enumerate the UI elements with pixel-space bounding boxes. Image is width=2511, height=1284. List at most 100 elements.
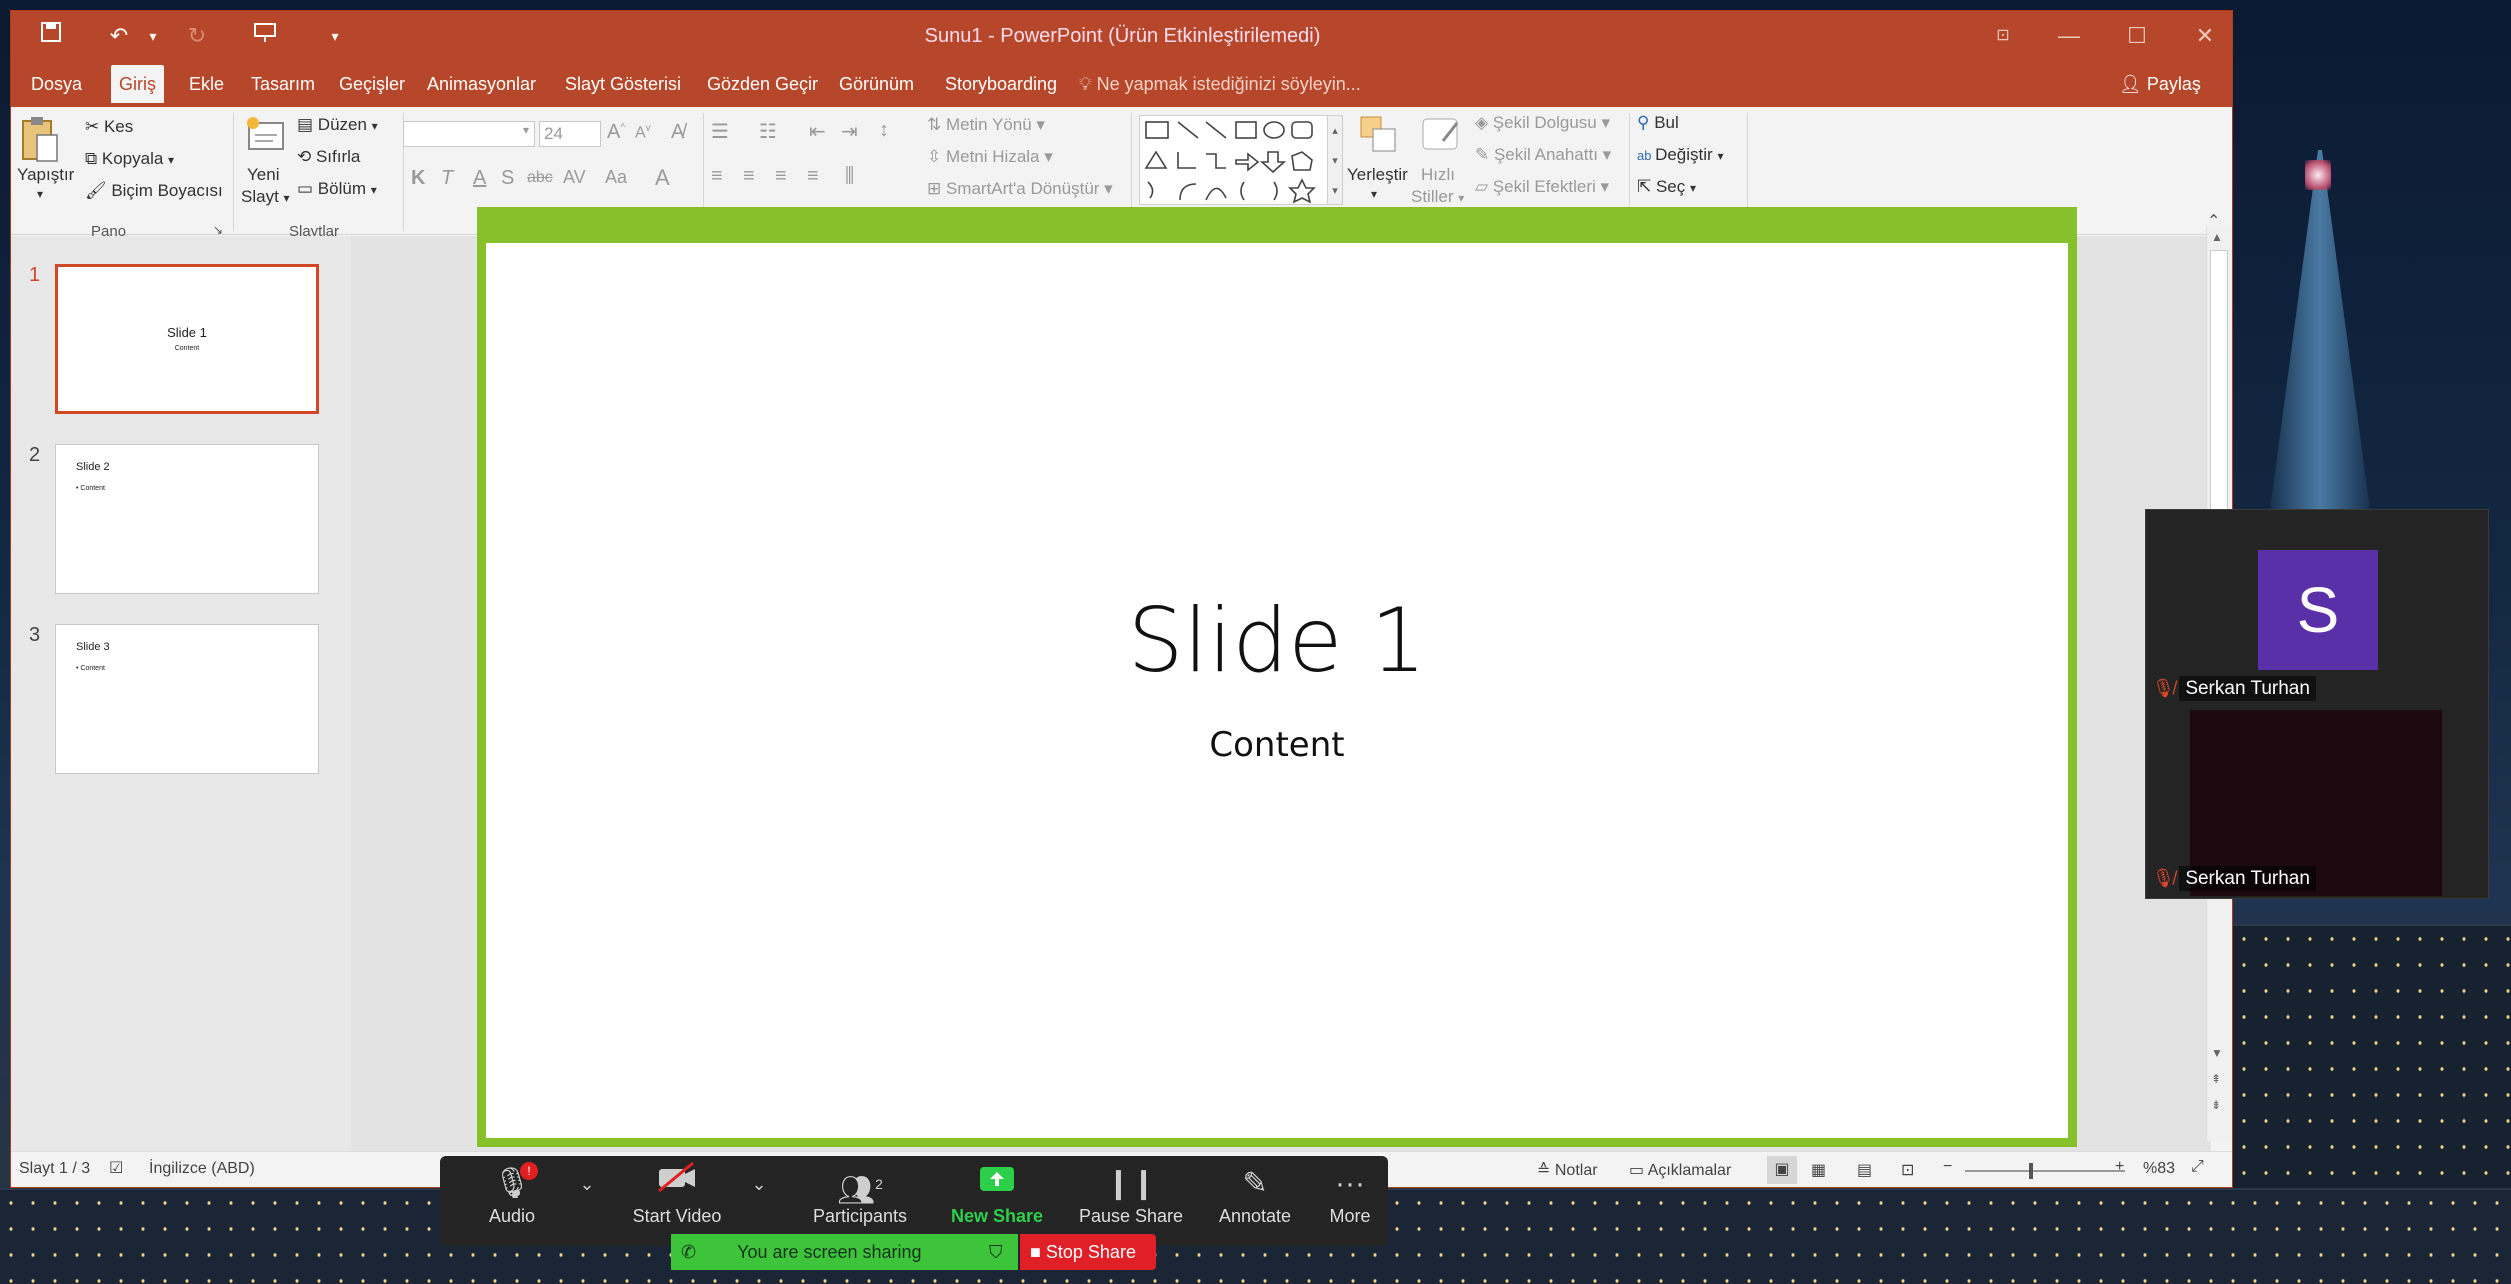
new-slide-icon[interactable] bbox=[243, 113, 287, 157]
tab-giris[interactable]: Giriş bbox=[111, 65, 164, 103]
reading-view-icon[interactable]: ▤ bbox=[1857, 1160, 1872, 1180]
quick-styles-label-2[interactable]: Stiller ▾ bbox=[1411, 187, 1464, 207]
tab-animasyonlar[interactable]: Animasyonlar bbox=[419, 65, 544, 103]
bold-button[interactable]: K bbox=[411, 167, 425, 190]
shape-outline-button[interactable]: ✎ Şekil Anahattı ▾ bbox=[1475, 145, 1611, 165]
maximize-button[interactable]: ☐ bbox=[2109, 19, 2165, 53]
arrange-button[interactable]: Yerleştir bbox=[1347, 165, 1408, 185]
numbering-icon[interactable]: ☷ bbox=[759, 119, 777, 144]
scroll-thumb[interactable] bbox=[2210, 250, 2228, 530]
new-slide-label[interactable]: Yeni bbox=[247, 165, 279, 185]
bullets-icon[interactable]: ☰ bbox=[711, 119, 729, 144]
align-left-icon[interactable]: ≡ bbox=[711, 165, 723, 188]
font-size-input[interactable]: 24 bbox=[539, 121, 601, 147]
share-button[interactable]: 👤︎ Paylaş bbox=[2119, 65, 2201, 103]
italic-button[interactable]: T bbox=[441, 167, 453, 190]
slide-subtitle[interactable]: Content bbox=[486, 725, 2068, 765]
screen-sharing-banner[interactable]: ✆ You are screen sharing ⛉ bbox=[671, 1234, 1018, 1270]
zoom-slider-thumb[interactable] bbox=[2029, 1163, 2033, 1179]
shrink-font-icon[interactable]: Av bbox=[635, 123, 651, 142]
comments-button[interactable]: ▭ Açıklamalar bbox=[1629, 1160, 1731, 1180]
scroll-down-icon[interactable]: ▼ bbox=[2211, 1046, 2223, 1060]
select-button[interactable]: ⇱ Seç ▾ bbox=[1637, 177, 1696, 197]
slide-thumbnail-3[interactable]: Slide 3 • Content bbox=[55, 624, 319, 774]
annotate-button[interactable]: ✎ Annotate bbox=[1190, 1156, 1320, 1246]
close-button[interactable]: ✕ bbox=[2177, 19, 2232, 53]
font-name-dropdown-icon[interactable]: ▾ bbox=[523, 123, 529, 137]
slide-title[interactable]: Slide 1 bbox=[486, 589, 2068, 692]
next-slide-icon[interactable]: ⇟ bbox=[2211, 1098, 2221, 1112]
tab-gozden-gecir[interactable]: Gözden Geçir bbox=[699, 65, 826, 103]
tab-dosya[interactable]: Dosya bbox=[23, 65, 90, 103]
slideshow-icon[interactable]: ⊡ bbox=[1901, 1160, 1914, 1180]
zoom-in-icon[interactable]: + bbox=[2115, 1158, 2124, 1176]
video-options-button[interactable]: ⌄ bbox=[744, 1156, 774, 1246]
participant-tile-2[interactable]: 🎙︎̸ Serkan Turhan bbox=[2152, 866, 2316, 891]
stop-share-button[interactable]: ■ Stop Share bbox=[1020, 1234, 1156, 1270]
start-video-button[interactable]: Start Video bbox=[612, 1156, 742, 1246]
slide-canvas[interactable]: Slide 1 Content bbox=[486, 243, 2068, 1138]
tell-me-search[interactable]: 💡︎ Ne yapmak istediğinizi söyleyin... bbox=[1079, 65, 1361, 103]
shapes-gallery[interactable] bbox=[1139, 115, 1335, 205]
smartart-button[interactable]: ⊞ SmartArt'a Dönüştür ▾ bbox=[927, 179, 1113, 199]
quick-styles-icon[interactable] bbox=[1419, 113, 1463, 157]
tab-gorunum[interactable]: Görünüm bbox=[831, 65, 922, 103]
shadow-button[interactable]: S bbox=[501, 167, 514, 190]
paste-dropdown-icon[interactable]: ▾ bbox=[37, 187, 43, 201]
reset-button[interactable]: ⟲ Sıfırla bbox=[297, 147, 360, 167]
previous-slide-icon[interactable]: ⇞ bbox=[2211, 1072, 2221, 1086]
tab-slayt-gosterisi[interactable]: Slayt Gösterisi bbox=[557, 65, 689, 103]
align-text-button[interactable]: ⇳ Metni Hizala ▾ bbox=[927, 147, 1053, 167]
normal-view-icon[interactable]: ▣ bbox=[1767, 1156, 1797, 1184]
align-right-icon[interactable]: ≡ bbox=[775, 165, 787, 188]
paste-button[interactable]: Yapıştır bbox=[17, 165, 74, 185]
line-spacing-icon[interactable]: ↕ bbox=[879, 119, 889, 142]
video-panel[interactable]: S 🎙︎̸ Serkan Turhan 🎙︎̸ Serkan Turhan bbox=[2145, 509, 2489, 899]
new-slide-label-2[interactable]: Slayt ▾ bbox=[241, 187, 290, 207]
replace-button[interactable]: ab Değiştir ▾ bbox=[1637, 145, 1723, 165]
ribbon-display-icon[interactable]: ⊡ bbox=[1975, 19, 2031, 53]
change-case-button[interactable]: Aa bbox=[605, 167, 627, 188]
clear-format-icon[interactable]: A̸ bbox=[671, 121, 684, 144]
tab-tasarim[interactable]: Tasarım bbox=[243, 65, 323, 103]
quick-styles-label[interactable]: Hızlı bbox=[1421, 165, 1455, 185]
font-color-button[interactable]: A bbox=[655, 165, 670, 191]
tab-ekle[interactable]: Ekle bbox=[181, 65, 232, 103]
slide-thumbnail-2[interactable]: Slide 2 • Content bbox=[55, 444, 319, 594]
zoom-out-icon[interactable]: − bbox=[1943, 1158, 1952, 1176]
audio-options-button[interactable]: ⌄ bbox=[572, 1156, 602, 1246]
strikethrough-button[interactable]: abc bbox=[527, 169, 553, 187]
tab-gecisler[interactable]: Geçişler bbox=[331, 65, 413, 103]
font-name-input[interactable] bbox=[403, 121, 535, 147]
arrange-dropdown-icon[interactable]: ▾ bbox=[1371, 187, 1377, 201]
minimize-button[interactable]: — bbox=[2041, 19, 2097, 53]
arrange-icon[interactable] bbox=[1357, 113, 1401, 157]
format-painter-button[interactable]: 🖌︎ Biçim Boyacısı bbox=[85, 181, 223, 201]
shape-effects-button[interactable]: ▱ Şekil Efektleri ▾ bbox=[1475, 177, 1609, 197]
participants-button[interactable]: 👥︎2 Participants bbox=[788, 1156, 932, 1246]
language-indicator[interactable]: İngilizce (ABD) bbox=[149, 1160, 255, 1178]
section-button[interactable]: ▭ Bölüm ▾ bbox=[297, 179, 377, 199]
participant-tile-1[interactable]: 🎙︎̸ Serkan Turhan bbox=[2152, 676, 2316, 701]
shapes-scroll[interactable]: ▴ ▾ ▾ bbox=[1327, 115, 1343, 205]
char-spacing-button[interactable]: AV bbox=[563, 167, 586, 188]
columns-icon[interactable]: ⫼ bbox=[845, 165, 854, 188]
slide-thumbnail-1[interactable]: Slide 1 Content bbox=[55, 264, 319, 414]
fit-to-window-icon[interactable]: ⤢ bbox=[2191, 1158, 2204, 1176]
find-button[interactable]: ⚲ Bul bbox=[1637, 113, 1679, 133]
text-direction-button[interactable]: ⇅ Metin Yönü ▾ bbox=[927, 115, 1045, 135]
align-center-icon[interactable]: ≡ bbox=[743, 165, 755, 188]
justify-icon[interactable]: ≡ bbox=[807, 165, 819, 188]
cut-button[interactable]: ✂ Kes bbox=[85, 117, 133, 137]
grow-font-icon[interactable]: A^ bbox=[607, 121, 625, 144]
new-share-button[interactable]: New Share bbox=[936, 1156, 1058, 1246]
pano-launcher-icon[interactable]: ↘ bbox=[213, 223, 223, 237]
slide-sorter-icon[interactable]: ▦ bbox=[1811, 1160, 1826, 1180]
underline-button[interactable]: A bbox=[473, 167, 486, 190]
layout-button[interactable]: ▤ Düzen ▾ bbox=[297, 115, 378, 135]
zoom-level[interactable]: %83 bbox=[2143, 1160, 2175, 1178]
copy-button[interactable]: ⧉ Kopyala ▾ bbox=[85, 149, 174, 169]
paste-icon[interactable] bbox=[19, 115, 61, 169]
more-button[interactable]: ··· More bbox=[1310, 1156, 1390, 1246]
shape-fill-button[interactable]: ◈ Şekil Dolgusu ▾ bbox=[1475, 113, 1610, 133]
